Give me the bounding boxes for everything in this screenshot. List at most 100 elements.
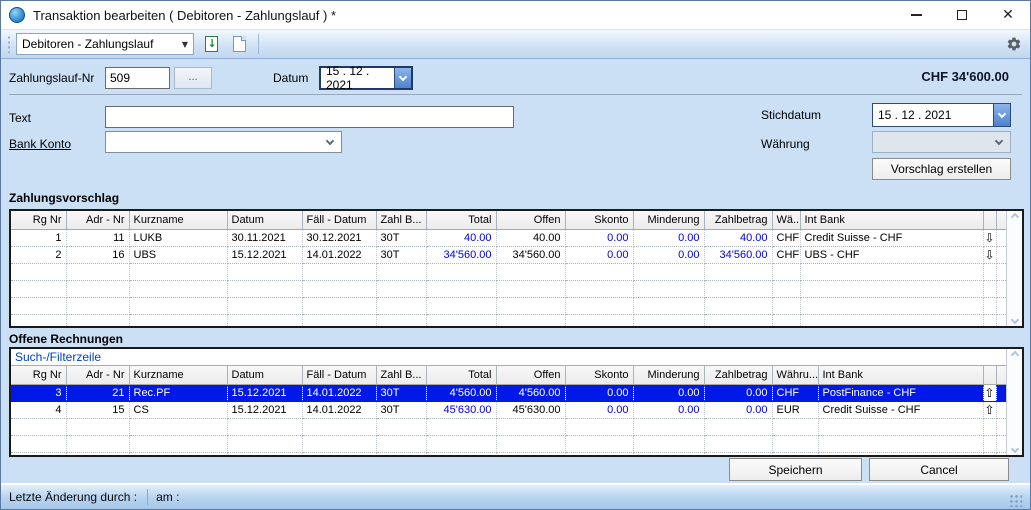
column-header[interactable]: Adr - Nr <box>66 211 129 229</box>
column-header[interactable]: Rg Nr <box>11 366 66 384</box>
resize-grip[interactable] <box>1009 494 1022 507</box>
stichdatum-value: 15 . 12 . 2021 <box>873 104 993 126</box>
column-header[interactable]: Minderung <box>633 366 704 384</box>
text-input[interactable] <box>105 106 514 128</box>
column-header[interactable]: Währu... <box>772 366 818 384</box>
import-icon: ↓ <box>205 36 218 52</box>
stichdatum-picker[interactable]: 15 . 12 . 2021 <box>872 103 1011 127</box>
table-row-selected[interactable]: 3 21 Rec.PF 15.12.2021 14.01.2022 30T 4'… <box>11 384 1010 401</box>
chevron-down-icon <box>998 109 1006 117</box>
column-header[interactable]: Int Bank <box>800 211 983 229</box>
column-header[interactable]: Datum <box>227 366 302 384</box>
scroll-down-icon[interactable] <box>1010 316 1018 324</box>
scroll-down-icon[interactable] <box>1010 445 1018 453</box>
status-separator <box>147 489 148 505</box>
column-header[interactable]: Skonto <box>565 366 633 384</box>
app-icon <box>9 7 25 23</box>
column-header[interactable]: Skonto <box>565 211 633 229</box>
table-header-row: Rg Nr Adr - Nr Kurzname Datum Fäll - Dat… <box>11 211 1010 229</box>
empty-row <box>11 297 1010 314</box>
cancel-button[interactable]: Cancel <box>869 458 1009 481</box>
column-header[interactable]: Zahlbetrag <box>704 211 772 229</box>
vertical-scrollbar[interactable] <box>1006 211 1022 326</box>
window-title: Transaktion bearbeiten ( Debitoren - Zah… <box>33 8 336 23</box>
column-header[interactable]: Datum <box>227 211 302 229</box>
stichdatum-dropdown-button[interactable] <box>993 104 1010 126</box>
scroll-up-icon[interactable] <box>1010 213 1018 221</box>
column-header[interactable]: Int Bank <box>818 366 983 384</box>
gear-icon <box>1006 36 1022 52</box>
datum-picker[interactable]: 15 . 12 . 2021 <box>319 66 413 90</box>
filter-row[interactable]: Such-/Filterzeile <box>11 349 1010 366</box>
new-document-icon <box>233 36 246 52</box>
import-button[interactable]: ↓ <box>200 33 222 55</box>
transaction-edit-window: Transaktion bearbeiten ( Debitoren - Zah… <box>0 0 1031 510</box>
maximize-button[interactable] <box>948 4 976 26</box>
move-down-arrow-icon[interactable]: ⇩ <box>983 229 996 246</box>
total-amount: CHF 34'600.00 <box>859 69 1009 84</box>
column-header[interactable]: Adr - Nr <box>66 366 129 384</box>
column-header[interactable]: Total <box>426 366 496 384</box>
empty-row <box>11 452 1010 457</box>
column-header[interactable]: Kurzname <box>129 366 227 384</box>
column-header[interactable]: Zahlbetrag <box>704 366 772 384</box>
datum-value: 15 . 12 . 2021 <box>321 68 394 88</box>
modified-date-label: am : <box>156 490 179 504</box>
move-up-arrow-icon[interactable]: ⇧ <box>983 401 996 418</box>
new-document-button[interactable] <box>228 33 250 55</box>
column-header[interactable]: Kurzname <box>129 211 227 229</box>
zahlungslauf-nr-label: Zahlungslauf-Nr <box>9 71 94 85</box>
last-modified-label: Letzte Änderung durch : <box>9 490 137 504</box>
maximize-icon <box>957 10 967 20</box>
zahlungslauf-nr-input[interactable] <box>105 67 170 89</box>
settings-button[interactable] <box>1004 34 1024 54</box>
stichdatum-label: Stichdatum <box>761 108 821 122</box>
browse-button[interactable]: ... <box>174 67 212 89</box>
column-header[interactable]: Total <box>426 211 496 229</box>
table-row[interactable]: 4 15 CS 15.12.2021 14.01.2022 30T 45'630… <box>11 401 1010 418</box>
minimize-button[interactable] <box>902 4 930 26</box>
view-selector-value: Debitoren - Zahlungslauf <box>22 37 153 51</box>
toolbar-grip[interactable] <box>7 35 11 53</box>
form-divider <box>9 94 1022 95</box>
vorschlag-erstellen-button[interactable]: Vorschlag erstellen <box>872 158 1011 180</box>
close-button[interactable]: ✕ <box>994 4 1022 26</box>
column-header[interactable]: Zahl B... <box>376 211 426 229</box>
empty-row <box>11 280 1010 297</box>
status-bar: Letzte Änderung durch : am : <box>1 483 1030 509</box>
toolbar: Debitoren - Zahlungslauf ▼ ↓ <box>1 30 1030 59</box>
close-icon: ✕ <box>1002 8 1014 22</box>
datum-label: Datum <box>273 71 308 85</box>
chevron-down-icon: ▼ <box>182 40 188 49</box>
move-up-arrow-icon[interactable]: ⇧ <box>983 384 996 401</box>
bank-konto-combobox[interactable] <box>105 131 342 153</box>
chevron-down-icon <box>399 72 407 80</box>
column-header[interactable]: Offen <box>496 211 565 229</box>
toolbar-separator <box>258 34 259 54</box>
waehrung-combobox[interactable] <box>872 131 1011 153</box>
datum-dropdown-button[interactable] <box>394 68 411 88</box>
view-selector-combobox[interactable]: Debitoren - Zahlungslauf ▼ <box>16 33 194 55</box>
column-header[interactable]: Fäll - Datum <box>302 211 376 229</box>
move-down-arrow-icon[interactable]: ⇩ <box>983 246 996 263</box>
column-header[interactable]: Wä... <box>772 211 800 229</box>
waehrung-label: Währung <box>761 137 810 151</box>
scroll-up-icon[interactable] <box>1010 351 1018 359</box>
vertical-scrollbar[interactable] <box>1006 349 1022 455</box>
column-header[interactable]: Zahl B... <box>376 366 426 384</box>
column-header[interactable]: Offen <box>496 366 565 384</box>
offene-rechnungen-title: Offene Rechnungen <box>9 332 123 346</box>
column-header[interactable]: Minderung <box>633 211 704 229</box>
empty-row <box>11 435 1010 452</box>
empty-row <box>11 314 1010 328</box>
column-header[interactable]: Rg Nr <box>11 211 66 229</box>
title-bar: Transaktion bearbeiten ( Debitoren - Zah… <box>1 1 1030 30</box>
column-header[interactable]: Fäll - Datum <box>302 366 376 384</box>
bank-konto-label[interactable]: Bank Konto <box>9 137 71 151</box>
minimize-icon <box>911 14 922 16</box>
empty-row <box>11 263 1010 280</box>
table-row[interactable]: 1 11 LUKB 30.11.2021 30.12.2021 30T 40.0… <box>11 229 1010 246</box>
text-label: Text <box>9 111 31 125</box>
save-button[interactable]: Speichern <box>729 458 862 481</box>
table-row[interactable]: 2 16 UBS 15.12.2021 14.01.2022 30T 34'56… <box>11 246 1010 263</box>
